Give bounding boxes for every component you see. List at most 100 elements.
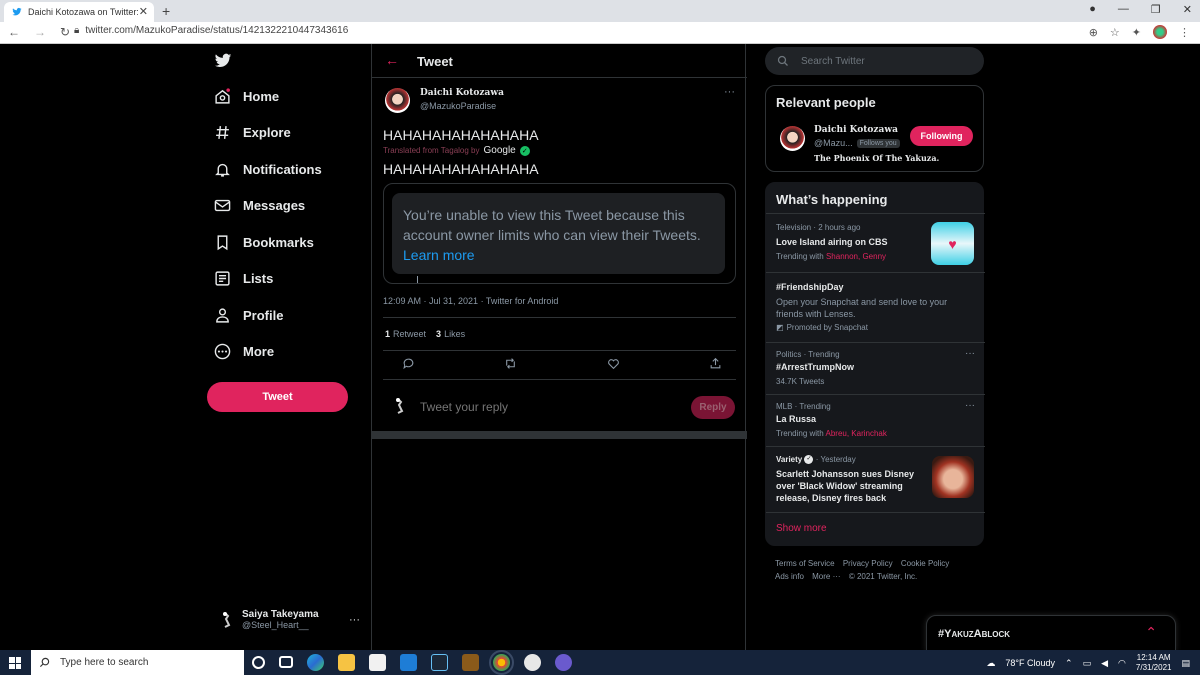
nav-bookmarks[interactable]: Bookmarks (214, 234, 314, 251)
following-button[interactable]: Following (910, 126, 973, 146)
back-icon[interactable]: ← (8, 25, 20, 39)
trend-item[interactable]: #FriendshipDay Open your Snapchat and se… (766, 272, 985, 342)
nav-home-label: Home (243, 89, 280, 104)
xbox-icon[interactable] (524, 654, 541, 671)
weather-text[interactable]: 78°F Cloudy (1005, 658, 1055, 668)
footer-link[interactable]: Privacy Policy (843, 559, 893, 568)
chrome-icon[interactable] (489, 650, 514, 675)
news-thumbnail (932, 456, 974, 498)
star-icon[interactable]: ☆ (1110, 26, 1120, 39)
trend-more-icon[interactable]: ··· (965, 348, 975, 359)
chevron-up-icon[interactable]: ⌃ (1065, 658, 1073, 669)
mail-app-icon[interactable] (400, 654, 417, 671)
nav-lists[interactable]: Lists (214, 270, 273, 287)
menu-icon[interactable]: ⋮ (1179, 26, 1190, 39)
file-explorer-icon[interactable] (338, 654, 355, 671)
clock[interactable]: 12:14 AM 7/31/2021 (1136, 653, 1172, 673)
relevant-avatar[interactable] (780, 126, 805, 151)
forward-icon[interactable]: → (34, 25, 46, 39)
nav-profile[interactable]: Profile (214, 307, 283, 324)
nav-home[interactable]: Home (214, 88, 279, 105)
url-field[interactable]: 🔒︎ twitter.com/MazukoParadise/status/142… (74, 25, 348, 36)
relevant-handle[interactable]: @Mazu... (814, 138, 853, 148)
news-title: Scarlett Johansson sues Disney over 'Bla… (776, 469, 915, 503)
minimize-icon[interactable]: — (1118, 3, 1129, 16)
trend-item[interactable]: Politics · Trending ··· #ArrestTrumpNow … (766, 342, 985, 394)
show-more-link[interactable]: Show more (776, 523, 827, 534)
network-icon[interactable]: ▭ (1083, 658, 1092, 669)
relevant-handle-row: @Mazu... Follows you (814, 138, 900, 148)
learn-more-link[interactable]: Learn more (403, 247, 475, 263)
url-text: twitter.com/MazukoParadise/status/142132… (85, 25, 349, 36)
nav-messages[interactable]: Messages (214, 197, 305, 214)
reload-icon[interactable]: ↻ (60, 25, 70, 39)
account-switcher[interactable]: Saiya Takeyama @Steel_Heart__ ··· (220, 609, 360, 630)
app-icon[interactable] (462, 654, 479, 671)
close-window-icon[interactable]: ✕ (1183, 3, 1192, 16)
discord-icon[interactable] (555, 654, 572, 671)
trend-related[interactable]: Abreu, Karinchak (826, 429, 887, 438)
trend-sub: Trending with Shannon, Genny (776, 252, 887, 261)
footer-link[interactable]: Ads info (775, 572, 804, 581)
like-icon[interactable] (607, 357, 620, 370)
retweet-icon[interactable] (504, 357, 517, 370)
volume-icon[interactable]: ◀ (1101, 658, 1108, 669)
task-view-icon[interactable] (279, 656, 293, 668)
browser-tab[interactable]: Daichi Kotozawa on Twitter: "HAHAHAHAHAH… (4, 2, 154, 22)
back-arrow-icon[interactable]: ← (385, 52, 399, 68)
close-tab-icon[interactable]: ✕ (139, 5, 148, 18)
trend-item[interactable]: Television · 2 hours ago Love Island air… (766, 213, 985, 272)
notifications-icon[interactable]: ▤ (1181, 658, 1190, 669)
trend-more-icon[interactable]: ··· (965, 400, 975, 411)
news-item[interactable]: Variety ✓ · Yesterday Scarlett Johansson… (766, 446, 985, 512)
nav-more[interactable]: More (214, 343, 274, 360)
taskbar-search[interactable]: Type here to search (31, 650, 244, 675)
install-icon[interactable]: ⊕ (1089, 26, 1098, 39)
reply-input[interactable] (420, 400, 575, 414)
edge-icon[interactable] (307, 654, 324, 671)
floating-tab[interactable]: #YakuzAblock ⌃ (926, 615, 1176, 651)
account-info: Saiya Takeyama @Steel_Heart__ (242, 609, 319, 630)
reply-icon[interactable] (402, 357, 415, 370)
steam-icon[interactable] (431, 654, 448, 671)
puzzle-icon[interactable]: ✦ (1132, 26, 1141, 39)
lock-icon: 🔒︎ (74, 25, 80, 36)
twitter-logo-icon[interactable] (213, 52, 233, 70)
promoted-icon: ◩ (776, 323, 784, 332)
floating-tab-title: #YakuzAblock (938, 628, 1011, 640)
reply-button[interactable]: Reply (691, 396, 735, 419)
footer-link[interactable]: More ··· (812, 572, 840, 581)
unavailable-notice: You’re unable to view this Tweet because… (392, 193, 725, 274)
windows-start-icon[interactable] (9, 657, 21, 669)
left-navigation: Home Explore Notifications Messages Book… (200, 44, 370, 650)
new-tab-icon[interactable]: + (162, 3, 170, 19)
retweets-stat[interactable]: 1 Retweet (385, 329, 426, 339)
footer-link[interactable]: Terms of Service (775, 559, 835, 568)
profile-avatar[interactable] (1153, 25, 1167, 39)
tweet-more-icon[interactable]: ··· (724, 86, 735, 98)
tweet-author-avatar[interactable] (385, 88, 410, 113)
nav-notifications[interactable]: Notifications (214, 161, 322, 178)
divider (766, 512, 985, 513)
search-bar[interactable]: Search Twitter (765, 47, 984, 75)
expand-up-icon[interactable]: ⌃ (1145, 624, 1157, 641)
likes-stat[interactable]: 3 Likes (436, 329, 465, 339)
trend-related[interactable]: Shannon, Genny (826, 252, 886, 261)
store-icon[interactable] (369, 654, 386, 671)
tweet-timestamp[interactable]: 12:09 AM · Jul 31, 2021 · Twitter for An… (383, 296, 558, 306)
nav-explore[interactable]: Explore (214, 124, 291, 141)
account-more-icon[interactable]: ··· (349, 614, 360, 626)
taskbar-search-placeholder: Type here to search (60, 657, 149, 668)
footer-link[interactable]: Cookie Policy (901, 559, 949, 568)
tweet-button[interactable]: Tweet (207, 382, 348, 412)
profile-circle-icon[interactable]: ● (1089, 3, 1096, 16)
wifi-icon[interactable]: ◠ (1118, 658, 1126, 669)
cortana-icon[interactable] (252, 656, 265, 669)
relevant-name[interactable]: Daichi Kotozawa (814, 125, 898, 135)
share-icon[interactable] (709, 357, 722, 370)
tweet-author-name[interactable]: Daichi Kotozawa (420, 88, 504, 98)
tweet-text: HAHAHAHAHAHAHAHA (383, 127, 539, 143)
trend-item[interactable]: MLB · Trending ··· La Russa Trending wit… (766, 394, 985, 446)
restore-icon[interactable]: ❐ (1151, 3, 1161, 16)
tweet-author-handle[interactable]: @MazukoParadise (420, 101, 496, 111)
